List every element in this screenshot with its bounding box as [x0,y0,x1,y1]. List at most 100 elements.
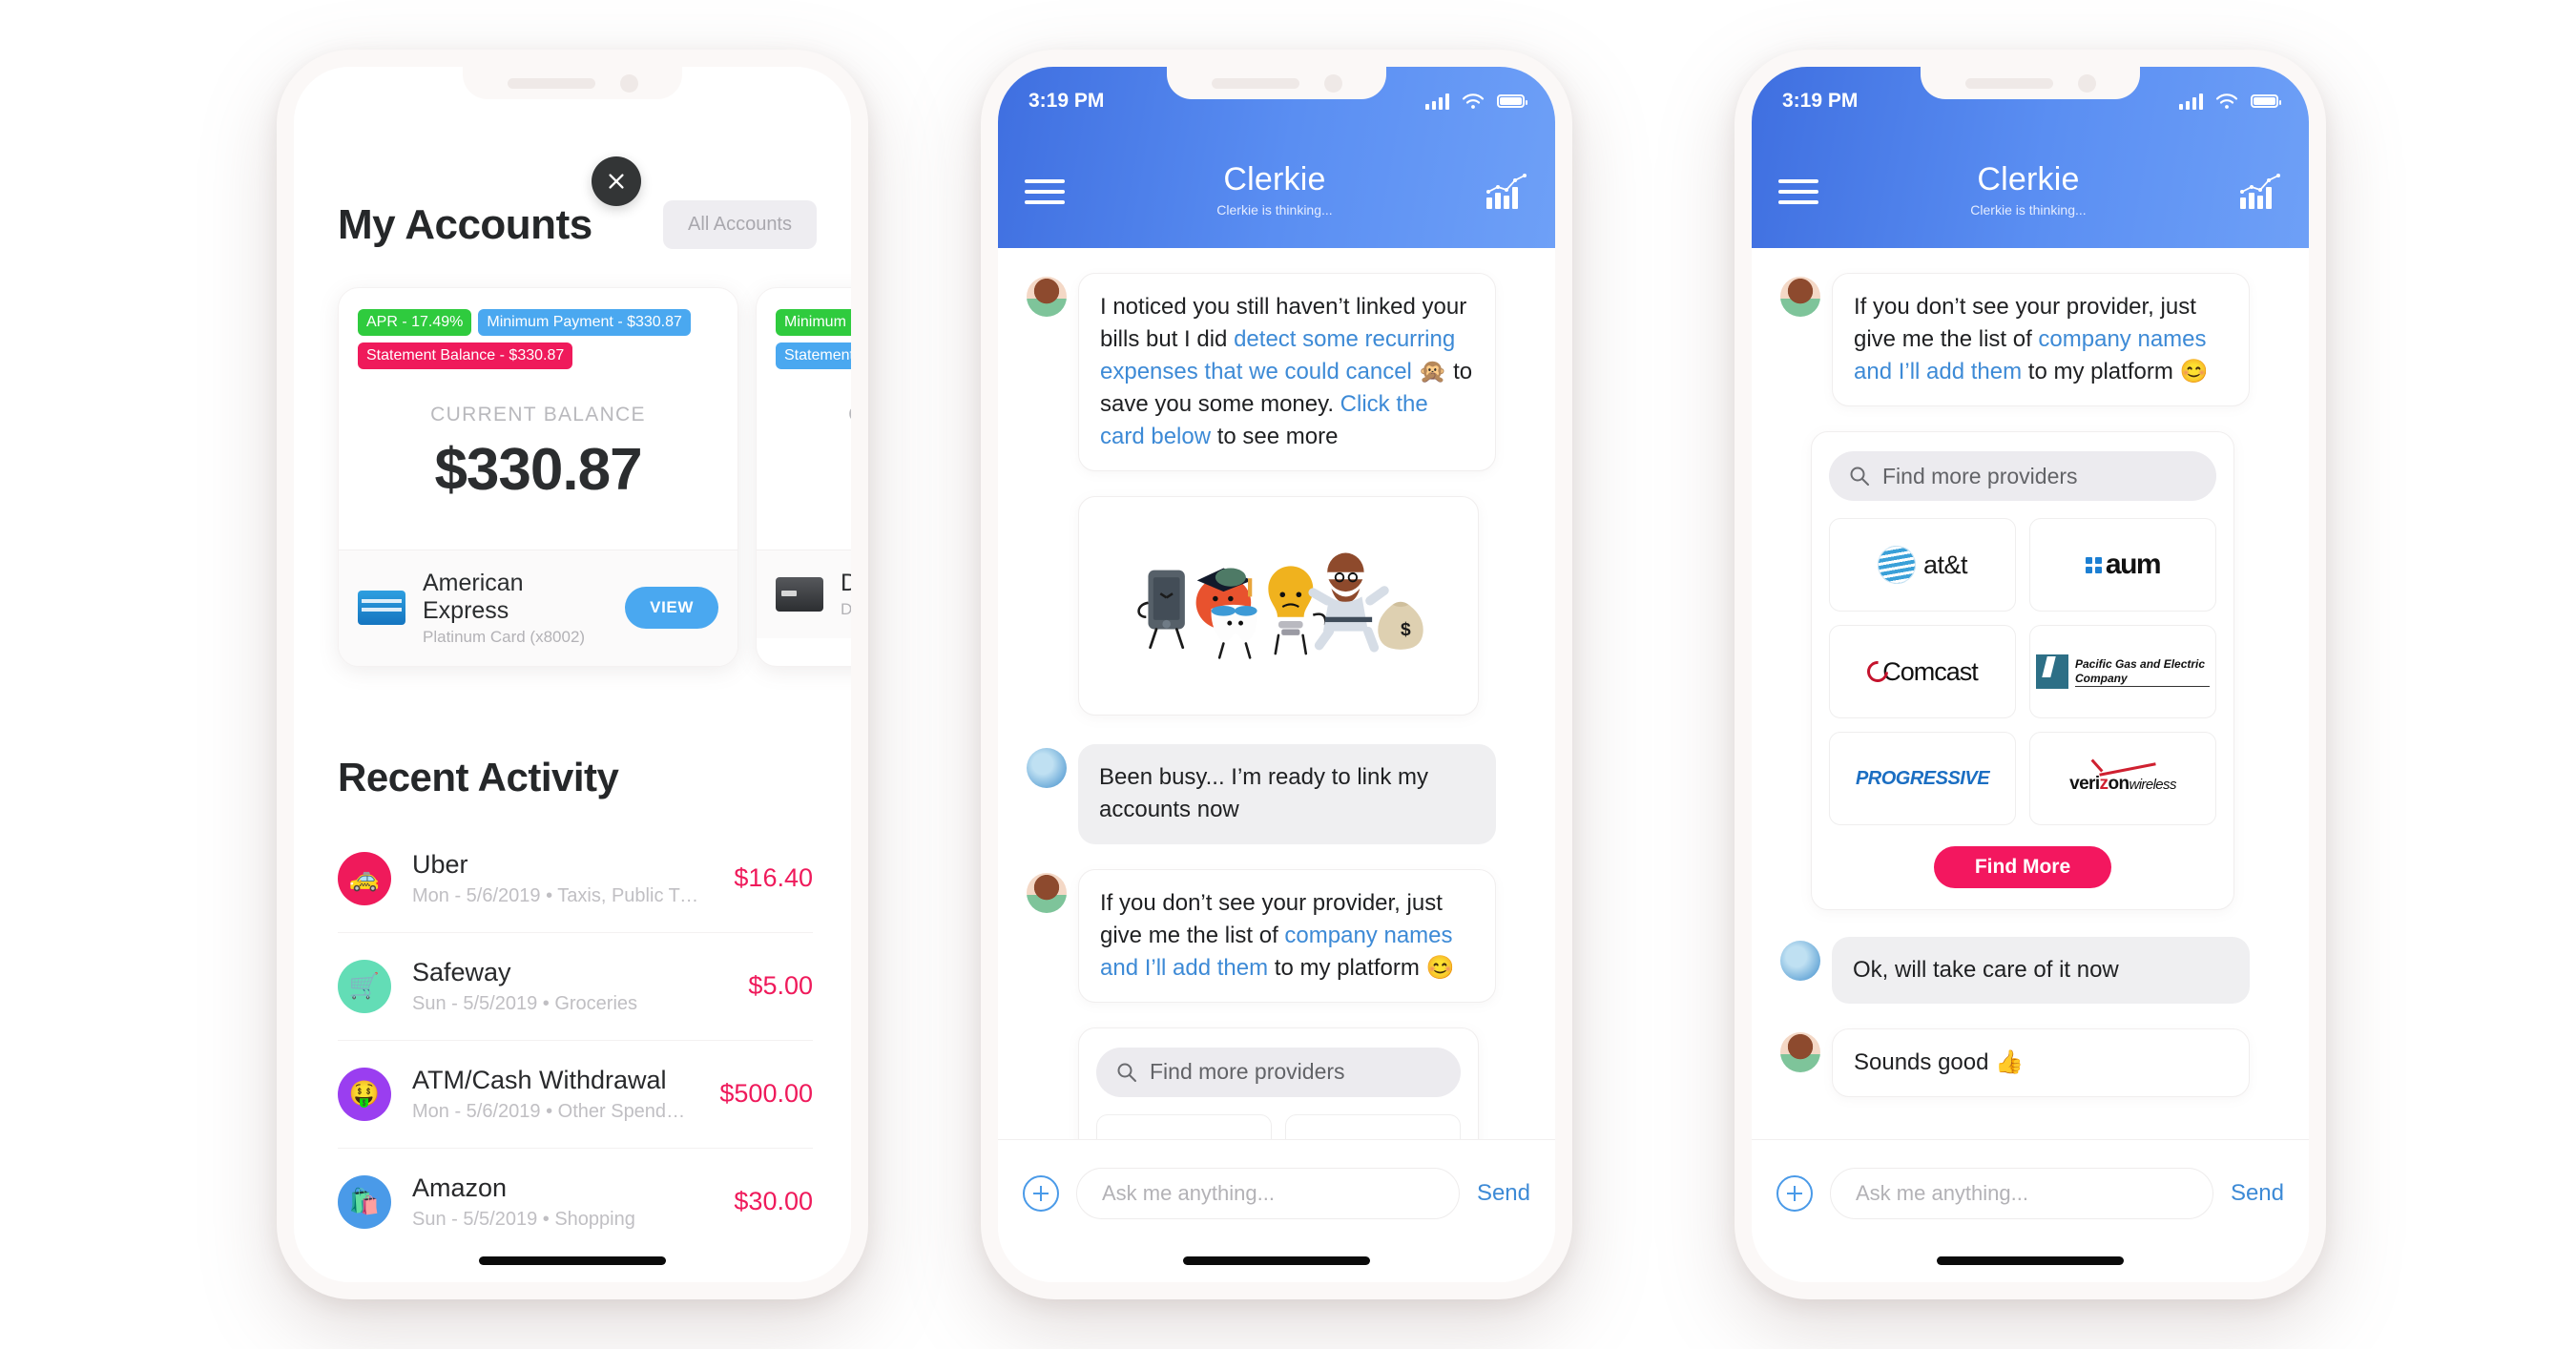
chat-scroll: If you don’t see your provider, just giv… [1752,248,2309,1098]
message-bubble: Ok, will take care of it now [1832,937,2250,1005]
front-camera [1323,73,1342,93]
provider-tile-progressive[interactable]: PROGRESSIVE [1829,732,2016,826]
battery-icon [2251,94,2281,108]
message-input[interactable]: Ask me anything... [1830,1167,2213,1219]
chat-screen-middle: 3:19 PM Clerkie Clerkie is thinking... I… [998,67,1555,1282]
msg-part: to my platform 😊 [1268,954,1455,981]
savings-illustration-card[interactable]: $ [1078,496,1479,716]
search-icon [1850,467,1869,487]
balance-value: $912.00 [757,436,851,504]
app-header-row: Clerkie Clerkie is thinking... [998,135,1555,248]
notch [1921,67,2140,99]
table-row[interactable]: 🤑 ATM/Cash Withdrawal Mon - 5/6/2019 • O… [338,1041,813,1149]
chat-thread-right[interactable]: If you don’t see your provider, just giv… [1752,248,2309,1282]
phone-chat-middle: 3:19 PM Clerkie Clerkie is thinking... I… [981,50,1572,1299]
signal-icon [2179,93,2203,110]
transaction-meta: Mon - 5/6/2019 • Taxis, Public Transit &… [412,884,701,906]
wifi-icon [2215,93,2238,109]
chat-thread-middle[interactable]: I noticed you still haven’t linked your … [998,248,1555,1282]
message-input-placeholder: Ask me anything... [1102,1180,1275,1205]
account-card-footer: Discover Discover it VIEW [757,549,851,638]
avatar [1027,277,1067,317]
chart-icon[interactable] [1485,173,1528,211]
wifi-icon [1462,93,1485,109]
chart-icon[interactable] [2238,173,2282,211]
earpiece-speaker [1211,77,1299,89]
message-bubble: If you don’t see your provider, just giv… [1078,868,1496,1003]
accounts-screen: My Accounts All Accounts APR - 17.49% Mi… [294,67,851,1282]
account-card-footer: American Express Platinum Card (x8002) V… [339,549,737,666]
notch [1167,67,1386,99]
accounts-card-carousel[interactable]: APR - 17.49% Minimum Payment - $330.87 S… [294,249,851,667]
view-account-button[interactable]: VIEW [625,587,718,630]
provider-tile-aum[interactable]: aum [2029,518,2216,612]
table-row[interactable]: 🚕 Uber Mon - 5/6/2019 • Taxis, Public Tr… [338,825,813,933]
account-subtitle: Discover it [841,600,851,619]
avatar [1027,748,1067,789]
search-input[interactable]: Find more providers [1829,451,2216,502]
phone-accounts: My Accounts All Accounts APR - 17.49% Mi… [277,50,868,1299]
account-card[interactable]: Minimum Payment - $35.00 Statement Balan… [756,287,851,667]
badge-minimum-payment: Minimum Payment - $330.87 [478,309,691,336]
provider-tile-att[interactable]: at&t [1829,518,2016,612]
home-indicator [1937,1256,2124,1265]
provider-picker-card[interactable]: Find more providers at&t aum Comcast Pac… [1811,431,2234,911]
transaction-amount: $16.40 [734,863,813,893]
screenshot-stage: My Accounts All Accounts APR - 17.49% Mi… [0,0,2576,1349]
badge-statement-balance: Statement Balance - $330.87 [358,342,573,369]
close-icon[interactable] [592,156,641,206]
transaction-icon: 🚕 [338,851,391,905]
page-title: My Accounts [338,200,592,248]
menu-icon[interactable] [1778,179,1818,204]
message-user: Ok, will take care of it now [1752,937,2309,1005]
svg-text:$: $ [1401,620,1411,640]
message-bot: I noticed you still haven’t linked your … [998,273,1555,472]
menu-icon[interactable] [1025,179,1065,204]
search-icon [1117,1063,1136,1082]
provider-grid: at&t aum Comcast Pacific Gas and Electri… [1829,518,2216,826]
avatar [1780,1032,1820,1073]
transaction-details: ATM/Cash Withdrawal Mon - 5/6/2019 • Oth… [412,1066,687,1123]
earpiece-speaker [507,77,595,89]
send-button[interactable]: Send [2231,1180,2284,1207]
search-placeholder: Find more providers [1882,463,2078,488]
transaction-name: Safeway [412,957,511,986]
table-row[interactable]: 🛒 Safeway Sun - 5/5/2019 • Groceries $5.… [338,933,813,1041]
account-card[interactable]: APR - 17.49% Minimum Payment - $330.87 S… [338,287,738,667]
send-button[interactable]: Send [1477,1180,1530,1207]
plus-circle-icon[interactable] [1023,1174,1059,1212]
status-indicators [1425,93,1527,110]
notch [463,67,682,99]
badge-group: Minimum Payment - $35.00 Statement Balan… [757,288,851,369]
all-accounts-button[interactable]: All Accounts [663,200,817,249]
transaction-amount: $5.00 [748,971,813,1001]
savings-illustration: $ [1137,552,1423,660]
signal-icon [1425,93,1449,110]
find-more-button[interactable]: Find More [1934,846,2111,889]
transaction-list: 🚕 Uber Mon - 5/6/2019 • Taxis, Public Tr… [294,800,851,1256]
progressive-logo-icon: PROGRESSIVE [1855,767,1990,789]
front-camera [2077,73,2096,93]
transaction-name: ATM/Cash Withdrawal [412,1065,667,1094]
provider-tile-comcast[interactable]: Comcast [1829,625,2016,719]
aum-logo-icon: aum [2085,549,2162,581]
search-input[interactable]: Find more providers [1096,1047,1461,1097]
front-camera [619,73,638,93]
plus-circle-icon[interactable] [1776,1174,1813,1212]
recent-activity-title: Recent Activity [338,754,619,799]
verizon-logo-icon: verizonwireless [2069,762,2176,795]
account-issuer: American Express [423,569,524,624]
provider-tile-pge[interactable]: Pacific Gas and Electric Company [2029,625,2216,719]
transaction-name: Uber [412,849,468,879]
transaction-details: Amazon Sun - 5/5/2019 • Shopping [412,1173,701,1231]
provider-tile-verizon[interactable]: verizonwireless [2029,732,2216,826]
app-status-text: Clerkie is thinking... [1216,201,1333,218]
app-header-titles: Clerkie Clerkie is thinking... [1065,161,1485,218]
table-row[interactable]: 🛍️ Amazon Sun - 5/5/2019 • Shopping $30.… [338,1149,813,1256]
pge-logo-icon: Pacific Gas and Electric Company [2036,654,2210,690]
message-input[interactable]: Ask me anything... [1076,1167,1460,1219]
app-status-text: Clerkie is thinking... [1970,201,2087,218]
chat-screen-right: 3:19 PM Clerkie Clerkie is thinking... I… [1752,67,2309,1282]
msg-part: to see more [1211,424,1339,450]
badge-apr: APR - 17.49% [358,309,472,336]
